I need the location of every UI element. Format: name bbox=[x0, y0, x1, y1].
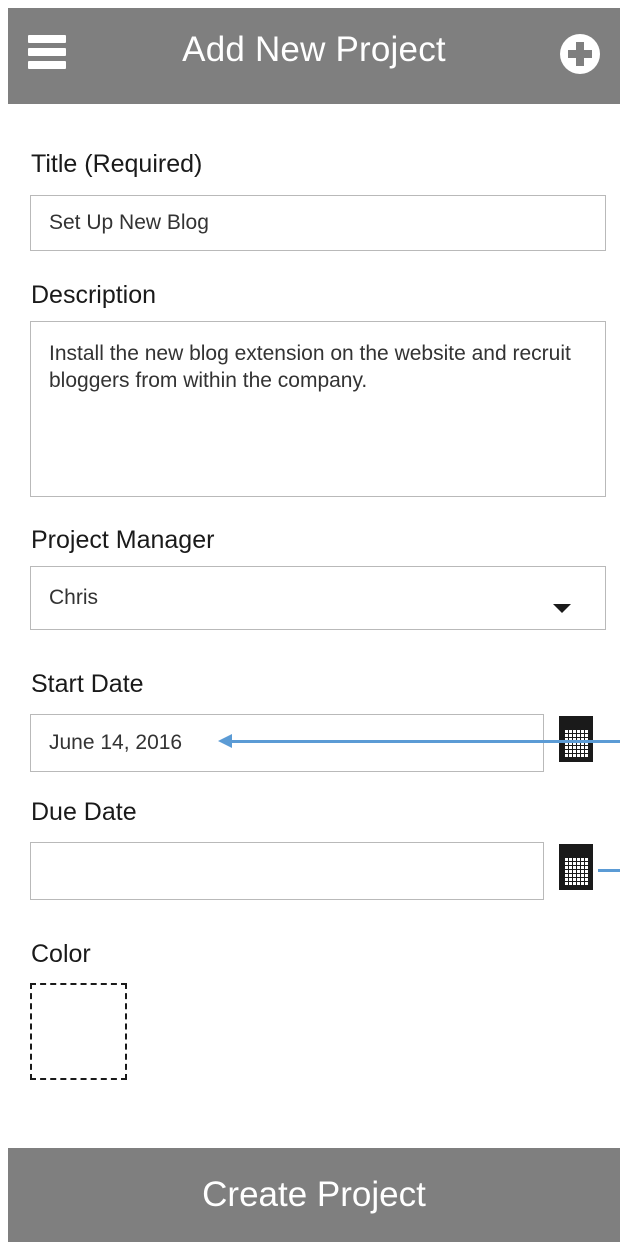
start-date-calendar-icon[interactable] bbox=[559, 716, 593, 762]
start-date-label: Start Date bbox=[31, 670, 144, 698]
color-label: Color bbox=[31, 940, 91, 968]
start-date-input[interactable]: June 14, 2016 bbox=[30, 714, 544, 772]
create-project-button[interactable]: Create Project bbox=[8, 1148, 620, 1242]
due-date-label: Due Date bbox=[31, 798, 137, 826]
project-manager-value: Chris bbox=[49, 586, 99, 609]
description-label: Description bbox=[31, 281, 157, 309]
app-header: Add New Project bbox=[8, 8, 620, 104]
due-date-annotation-arrow bbox=[598, 869, 620, 872]
arrow-head-icon bbox=[218, 734, 232, 748]
due-date-input[interactable] bbox=[30, 842, 544, 900]
chevron-down-icon bbox=[553, 604, 571, 613]
project-manager-label: Project Manager bbox=[31, 526, 215, 554]
description-textarea[interactable]: Install the new blog extension on the we… bbox=[30, 321, 606, 497]
description-value: Install the new blog extension on the we… bbox=[49, 342, 571, 392]
add-project-screen: Add New Project Title (Required) Set Up … bbox=[8, 8, 620, 1242]
project-manager-select[interactable]: Chris bbox=[30, 566, 606, 630]
page-title: Add New Project bbox=[182, 30, 446, 69]
start-date-value: June 14, 2016 bbox=[49, 731, 183, 754]
title-label: Title (Required) bbox=[31, 150, 203, 178]
title-input-value: Set Up New Blog bbox=[49, 211, 209, 234]
title-input[interactable]: Set Up New Blog bbox=[30, 195, 606, 251]
color-picker-swatch[interactable] bbox=[30, 983, 127, 1080]
start-date-annotation-arrow bbox=[228, 740, 620, 743]
due-date-calendar-icon[interactable] bbox=[559, 844, 593, 890]
plus-circle-icon[interactable] bbox=[560, 34, 600, 74]
